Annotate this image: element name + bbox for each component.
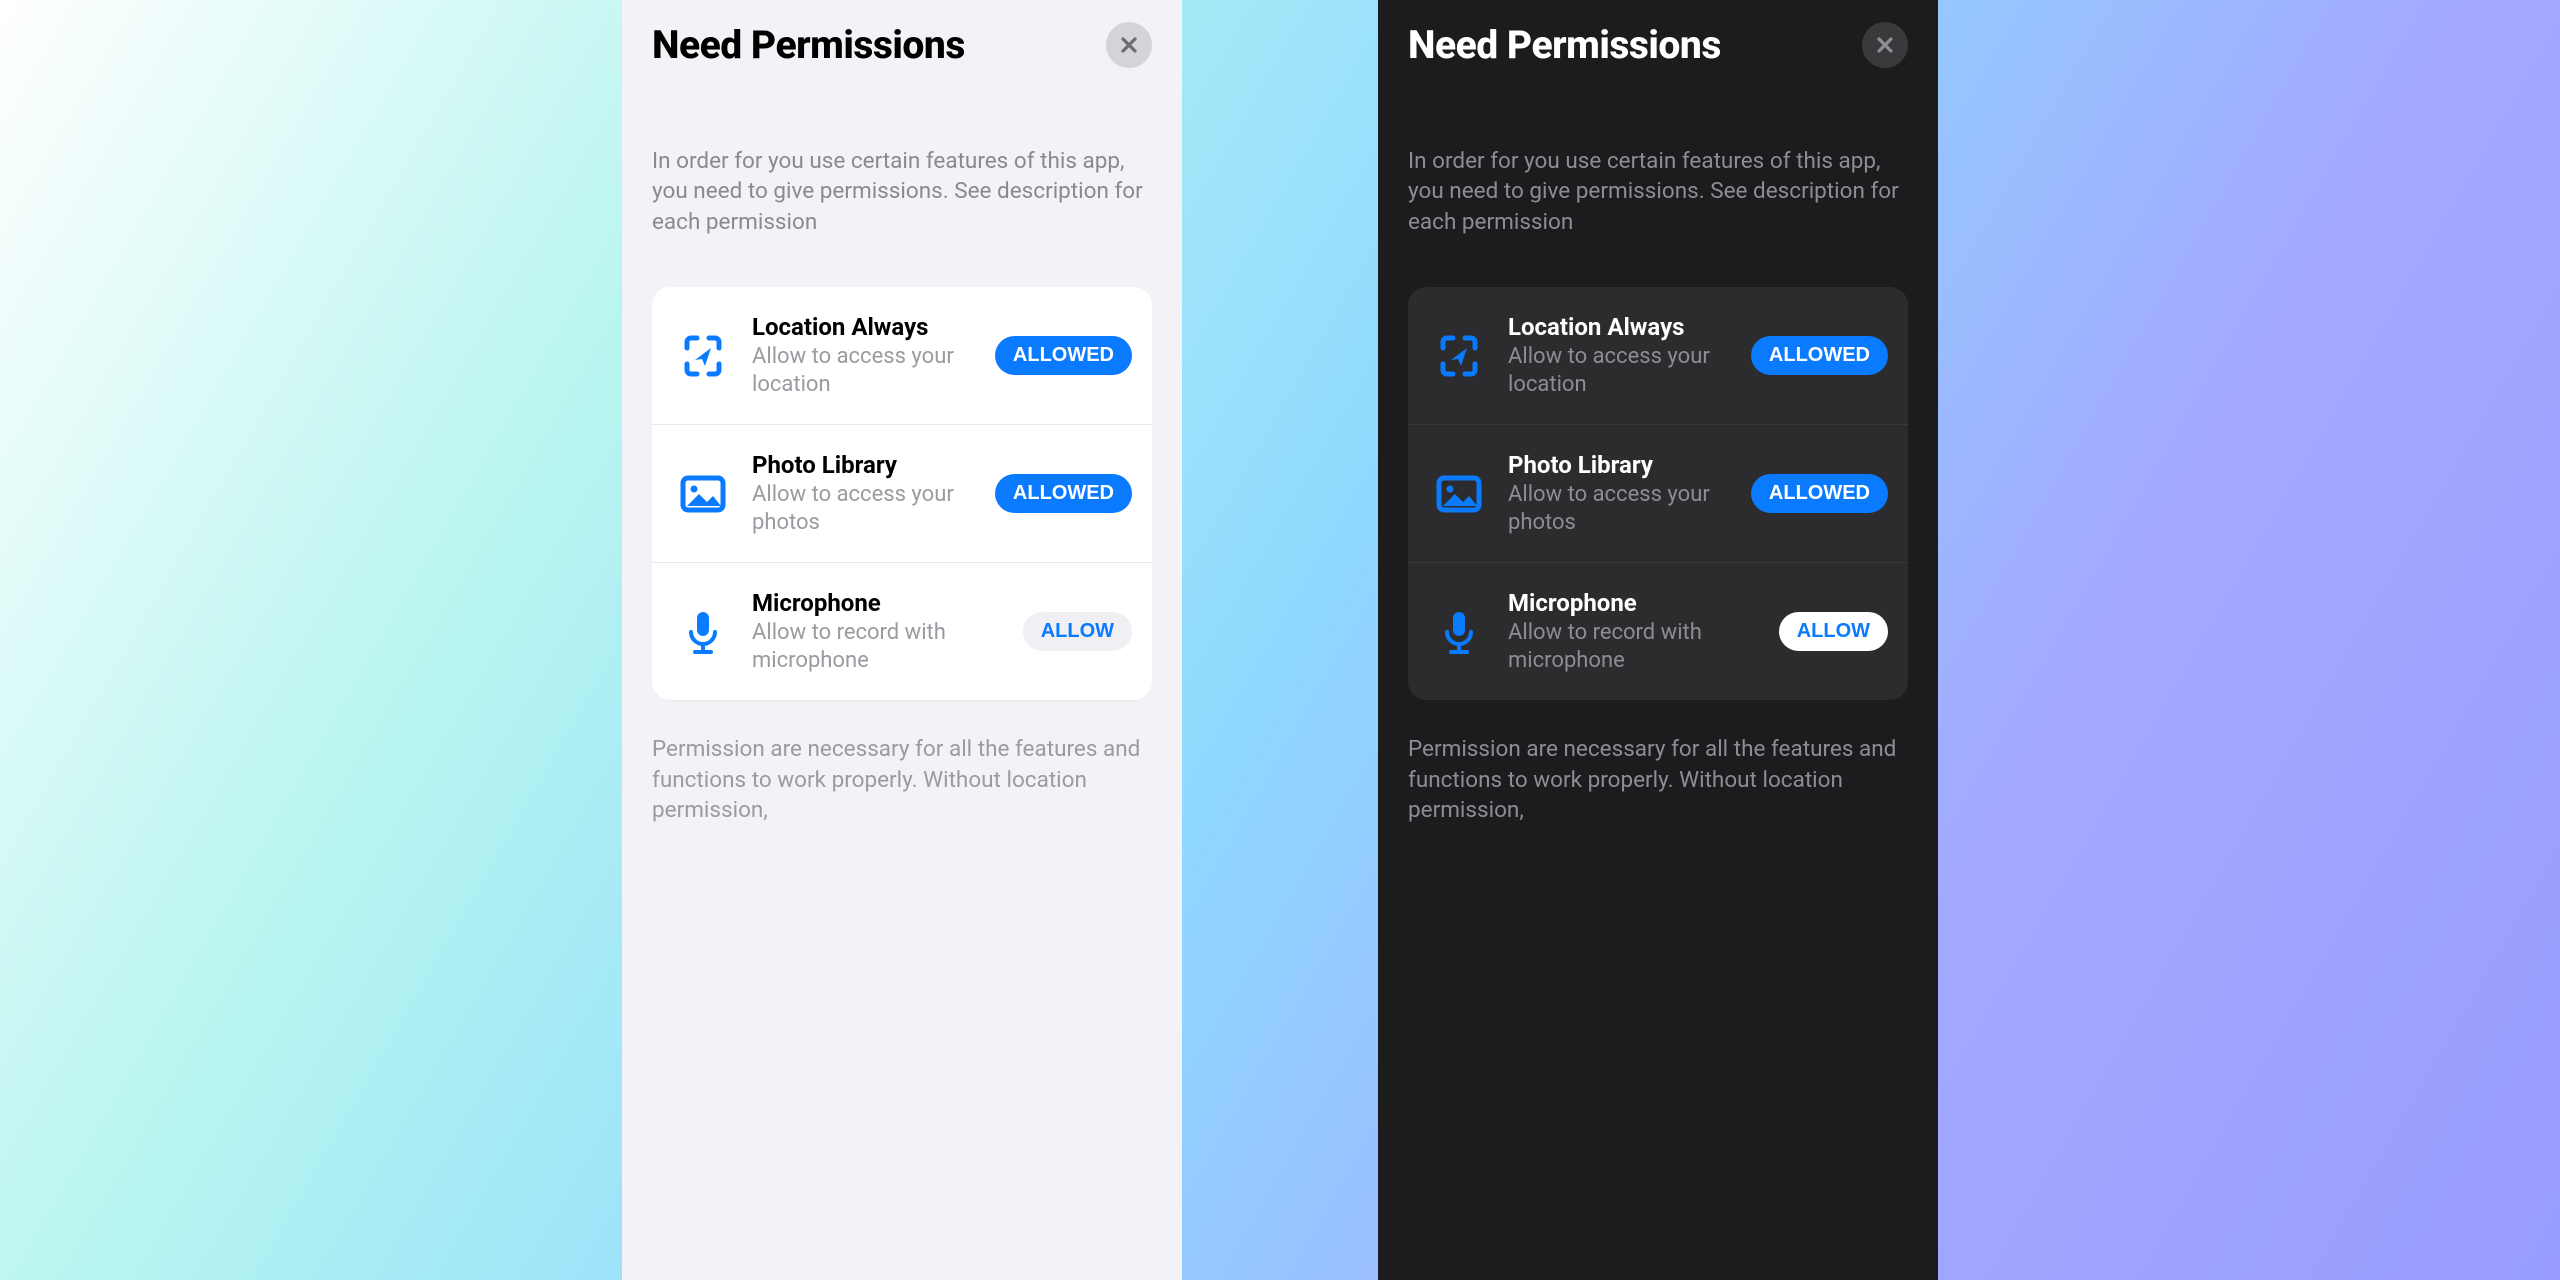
permissions-sheet-light: Need Permissions In order for you use cer… xyxy=(622,0,1182,1280)
permission-row-location: Location AlwaysAllow to access your loca… xyxy=(652,287,1152,424)
subtitle-text: In order for you use certain features of… xyxy=(652,146,1152,237)
permission-row-photos: Photo LibraryAllow to access your photos… xyxy=(1408,424,1908,562)
permissions-sheet-dark: Need Permissions In order for you use cer… xyxy=(1378,0,1938,1280)
allowed-badge[interactable]: ALLOWED xyxy=(995,336,1132,375)
permission-title: Photo Library xyxy=(752,451,975,479)
permission-desc: Allow to access your photos xyxy=(752,481,975,536)
permission-desc: Allow to record with microphone xyxy=(752,619,1003,674)
permission-title: Microphone xyxy=(1508,589,1759,617)
permissions-card: Location AlwaysAllow to access your loca… xyxy=(1408,287,1908,700)
close-icon xyxy=(1875,35,1895,55)
microphone-icon xyxy=(674,606,732,658)
close-button[interactable] xyxy=(1106,22,1152,68)
permissions-card: Location AlwaysAllow to access your loca… xyxy=(652,287,1152,700)
photo-icon xyxy=(1430,468,1488,520)
permission-title: Photo Library xyxy=(1508,451,1731,479)
permission-desc: Allow to access your photos xyxy=(1508,481,1731,536)
location-icon xyxy=(1430,330,1488,382)
permission-row-microphone: MicrophoneAllow to record with microphon… xyxy=(652,562,1152,700)
close-icon xyxy=(1119,35,1139,55)
permission-desc: Allow to access your location xyxy=(1508,343,1731,398)
page-title: Need Permissions xyxy=(652,24,965,67)
location-icon xyxy=(674,330,732,382)
permission-row-photos: Photo LibraryAllow to access your photos… xyxy=(652,424,1152,562)
permission-row-microphone: MicrophoneAllow to record with microphon… xyxy=(1408,562,1908,700)
photo-icon xyxy=(674,468,732,520)
microphone-icon xyxy=(1430,606,1488,658)
permission-title: Location Always xyxy=(1508,313,1731,341)
allow-button[interactable]: ALLOW xyxy=(1779,612,1888,651)
permission-row-location: Location AlwaysAllow to access your loca… xyxy=(1408,287,1908,424)
permission-title: Location Always xyxy=(752,313,975,341)
permission-desc: Allow to record with microphone xyxy=(1508,619,1759,674)
allowed-badge[interactable]: ALLOWED xyxy=(1751,336,1888,375)
permission-title: Microphone xyxy=(752,589,1003,617)
close-button[interactable] xyxy=(1862,22,1908,68)
permission-desc: Allow to access your location xyxy=(752,343,975,398)
allow-button[interactable]: ALLOW xyxy=(1023,612,1132,651)
allowed-badge[interactable]: ALLOWED xyxy=(1751,474,1888,513)
allowed-badge[interactable]: ALLOWED xyxy=(995,474,1132,513)
page-title: Need Permissions xyxy=(1408,24,1721,67)
footer-text: Permission are necessary for all the fea… xyxy=(1408,734,1908,825)
subtitle-text: In order for you use certain features of… xyxy=(1408,146,1908,237)
footer-text: Permission are necessary for all the fea… xyxy=(652,734,1152,825)
